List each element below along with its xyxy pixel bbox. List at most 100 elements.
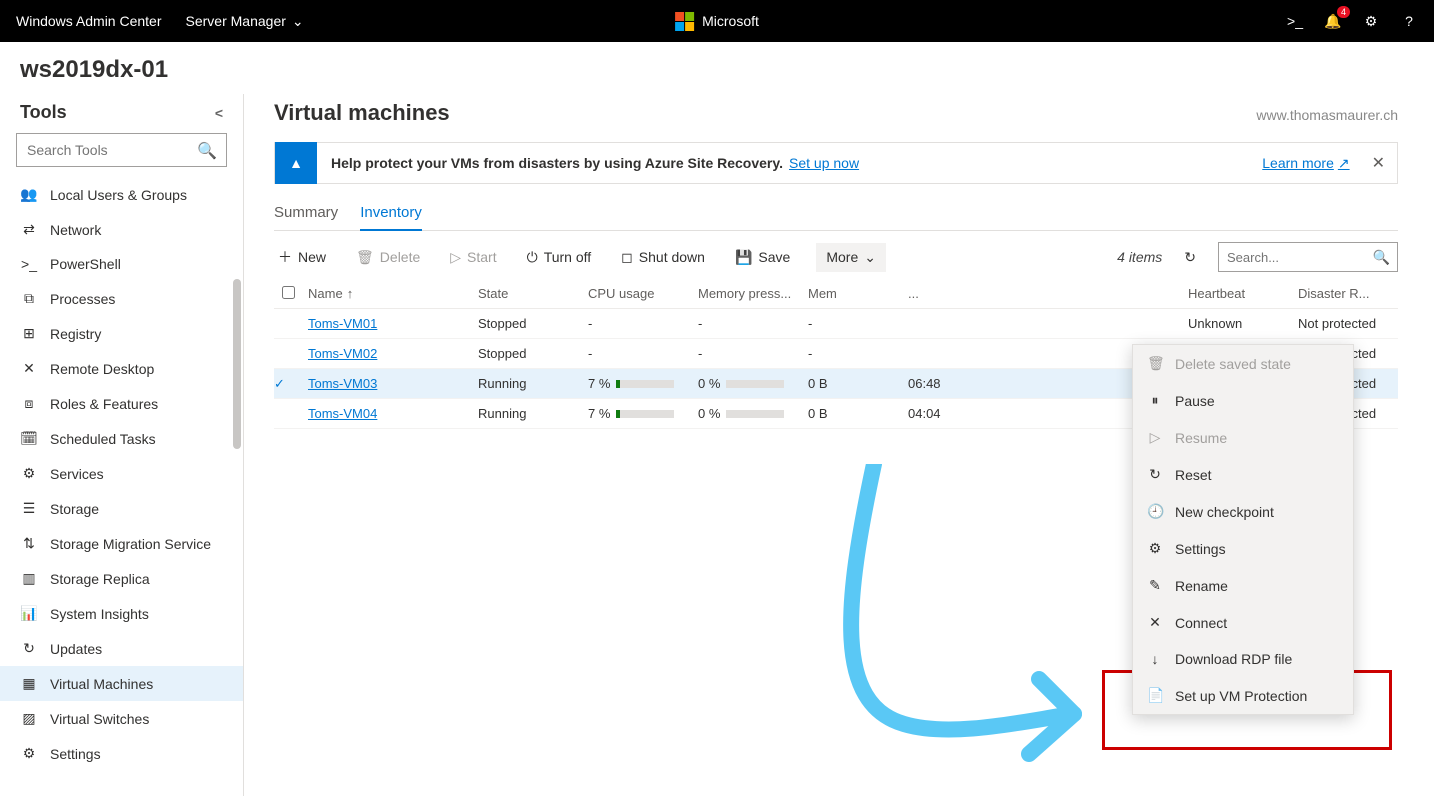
tools-heading: Tools [20,102,67,123]
sidebar-item-processes[interactable]: ⧉Processes [0,281,243,316]
external-link-icon: ↗ [1338,155,1350,172]
col-heartbeat[interactable]: Heartbeat [1188,286,1298,301]
banner-text: Help protect your VMs from disasters by … [331,155,783,171]
menu-item-label: Delete saved state [1175,356,1291,372]
sidebar-item-storage-migration-service[interactable]: ⇅Storage Migration Service [0,526,243,561]
cell-uptime: 04:04 [908,406,1108,421]
more-button[interactable]: More ⌄ [816,243,886,272]
vm-name-link[interactable]: Toms-VM02 [308,346,377,361]
menu-item-settings[interactable]: ⚙Settings [1133,530,1353,567]
col-memory[interactable]: Mem [808,286,908,301]
sidebar-item-local-users-groups[interactable]: 👥Local Users & Groups [0,177,243,212]
new-button[interactable]: ＋New [274,241,330,273]
item-count: 4 items [1117,249,1162,265]
sidebar-item-powershell[interactable]: >_PowerShell [0,247,243,281]
azure-icon: ▲ [275,142,317,184]
sidebar-item-settings[interactable]: ⚙Settings [0,736,243,771]
sidebar-item-scheduled-tasks[interactable]: 🗓Scheduled Tasks [0,421,243,456]
menu-item-set-up-vm-protection[interactable]: 📄Set up VM Protection [1133,677,1353,714]
sidebar-item-network[interactable]: ⇄Network [0,212,243,247]
close-banner-icon[interactable]: ✕ [1372,153,1385,173]
menu-item-reset[interactable]: ↻Reset [1133,456,1353,493]
shut-down-button[interactable]: ◻Shut down [617,243,709,272]
main-content: Virtual machines www.thomasmaurer.ch ▲ H… [244,94,1434,796]
sidebar-item-label: Remote Desktop [50,361,154,377]
tab-summary[interactable]: Summary [274,198,338,230]
sidebar-item-updates[interactable]: ↻Updates [0,631,243,666]
chevron-down-icon: ⌄ [864,249,876,266]
cloud-shell-icon[interactable]: >_ [1286,12,1304,30]
chevron-down-icon: ⌄ [292,13,304,30]
save-button[interactable]: 💾Save [731,243,794,272]
check-icon: ✓ [274,376,308,392]
delete-button: 🗑Delete [352,243,424,272]
menu-item-icon: ↻ [1147,466,1163,483]
sidebar-item-label: Processes [50,291,115,307]
tool-icon: ✕ [20,360,38,377]
tool-icon: ☰ [20,500,38,517]
setup-now-link[interactable]: Set up now [789,155,859,171]
tool-icon: ⇄ [20,221,38,238]
cell-disaster-recovery: Not protected [1298,316,1398,331]
menu-item-icon: ⚙ [1147,540,1163,557]
turn-off-button[interactable]: ⏻Turn off [523,243,596,272]
menu-item-pause[interactable]: ⏸ Pause [1133,382,1353,419]
sidebar-item-virtual-machines[interactable]: ▦Virtual Machines [0,666,243,701]
menu-item-connect[interactable]: ✕Connect [1133,604,1353,641]
sidebar-item-registry[interactable]: ⊞Registry [0,316,243,351]
cell-state: Stopped [478,316,588,331]
bell-icon[interactable]: 🔔4 [1324,12,1342,30]
cell-uptime: 06:48 [908,376,1108,391]
col-memory-pressure[interactable]: Memory press... [698,286,808,301]
sidebar-item-storage-replica[interactable]: ▥Storage Replica [0,561,243,596]
sidebar-item-roles-features[interactable]: ⧈Roles & Features [0,386,243,421]
cell-state: Running [478,376,588,391]
gear-icon[interactable]: ⚙ [1362,12,1380,30]
tool-icon: ⧈ [20,395,38,412]
vm-name-link[interactable]: Toms-VM04 [308,406,377,421]
asr-banner: ▲ Help protect your VMs from disasters b… [274,142,1398,184]
col-disaster-recovery[interactable]: Disaster R... [1298,286,1398,301]
server-manager-dropdown[interactable]: Server Manager ⌄ [186,13,304,30]
cell-memory: - [808,346,908,361]
col-state[interactable]: State [478,286,588,301]
menu-item-icon: ⏸ [1147,392,1163,409]
tool-icon: ▥ [20,570,38,587]
col-uptime[interactable]: ... [908,286,1108,301]
collapse-sidebar-icon[interactable]: < [215,105,223,121]
col-name[interactable]: Name↑ [308,286,478,301]
menu-item-icon: 🕘 [1147,503,1163,520]
menu-item-label: Pause [1175,393,1215,409]
select-all-checkbox[interactable] [282,286,295,299]
learn-more-link[interactable]: Learn more↗ [1262,155,1349,172]
table-row[interactable]: ✓Toms-VM01Stopped---UnknownNot protected [274,309,1398,339]
tool-icon: 👥 [20,186,38,203]
sidebar-item-virtual-switches[interactable]: ▨Virtual Switches [0,701,243,736]
menu-item-download-rdp-file[interactable]: ↓Download RDP file [1133,641,1353,677]
refresh-icon[interactable]: ↻ [1184,249,1196,266]
sidebar-scrollbar[interactable] [233,279,241,449]
sidebar-item-storage[interactable]: ☰Storage [0,491,243,526]
col-cpu[interactable]: CPU usage [588,286,698,301]
help-icon[interactable]: ? [1400,12,1418,30]
save-icon: 💾 [735,249,752,266]
sidebar-item-services[interactable]: ⚙Services [0,456,243,491]
sidebar-item-label: System Insights [50,606,149,622]
sidebar-item-remote-desktop[interactable]: ✕ Remote Desktop [0,351,243,386]
cell-memory: 0 B [808,406,908,421]
menu-item-label: Connect [1175,615,1227,631]
tool-icon: >_ [20,256,38,272]
table-search-input[interactable] [1218,242,1398,272]
menu-item-new-checkpoint[interactable]: 🕘New checkpoint [1133,493,1353,530]
more-dropdown: 🗑Delete saved state⏸Pause▷Resume↻Reset🕘N… [1132,344,1354,715]
microsoft-logo-icon [675,12,694,31]
menu-item-rename[interactable]: ✎Rename [1133,567,1353,604]
app-name[interactable]: Windows Admin Center [16,13,162,29]
menu-item-resume: ▷Resume [1133,419,1353,456]
page-heading: Virtual machines [274,94,450,126]
tab-inventory[interactable]: Inventory [360,198,422,231]
tools-search-input[interactable] [16,133,227,167]
vm-name-link[interactable]: Toms-VM01 [308,316,377,331]
vm-name-link[interactable]: Toms-VM03 [308,376,377,391]
sidebar-item-system-insights[interactable]: 📊System Insights [0,596,243,631]
